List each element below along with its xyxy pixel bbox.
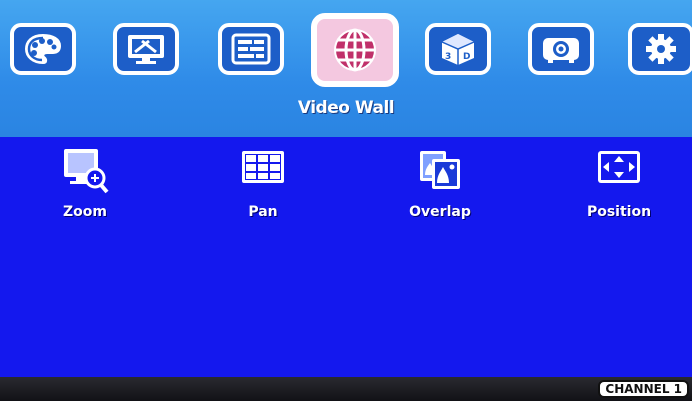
zoom-label: Zoom (63, 204, 107, 220)
tab-display-settings[interactable] (113, 23, 179, 75)
position-option[interactable]: Position (559, 145, 679, 220)
tab-3d[interactable]: 3 D (425, 23, 491, 75)
pan-grid-icon (238, 145, 288, 193)
svg-text:D: D (463, 52, 470, 62)
video-wall-options-panel: Zoom Pan Overlap Position (0, 137, 692, 377)
tab-picture[interactable] (10, 23, 76, 75)
tab-input-select[interactable] (218, 23, 284, 75)
pan-label: Pan (248, 204, 278, 220)
gear-icon (642, 32, 680, 66)
menu-tab-row: 3 D (0, 13, 692, 87)
globe-icon (329, 26, 381, 74)
tab-output[interactable] (528, 23, 594, 75)
tab-video-wall[interactable] (311, 13, 399, 87)
pan-option[interactable]: Pan (203, 145, 323, 220)
projector-icon (540, 32, 582, 66)
overlap-option[interactable]: Overlap (380, 145, 500, 220)
palette-icon (23, 32, 63, 66)
zoom-option[interactable]: Zoom (25, 145, 145, 220)
status-bar: CHANNEL 1 (0, 377, 692, 401)
svg-text:3: 3 (445, 52, 451, 62)
page-title: Video Wall (297, 98, 395, 118)
tab-system[interactable] (628, 23, 692, 75)
zoom-icon (60, 145, 110, 199)
osd-menu-screen: 3 D Video Wall Zoom Pan Overlap Position… (0, 0, 692, 401)
input-bars-icon (230, 32, 272, 66)
overlap-icon (415, 145, 465, 199)
position-label: Position (586, 204, 652, 220)
overlap-label: Overlap (409, 204, 471, 220)
top-menu-bar: 3 D Video Wall (0, 0, 692, 137)
channel-indicator: CHANNEL 1 (598, 380, 689, 398)
monitor-tools-icon (125, 32, 167, 66)
position-arrows-icon (594, 145, 644, 193)
3d-cube-icon: 3 D (437, 32, 479, 66)
